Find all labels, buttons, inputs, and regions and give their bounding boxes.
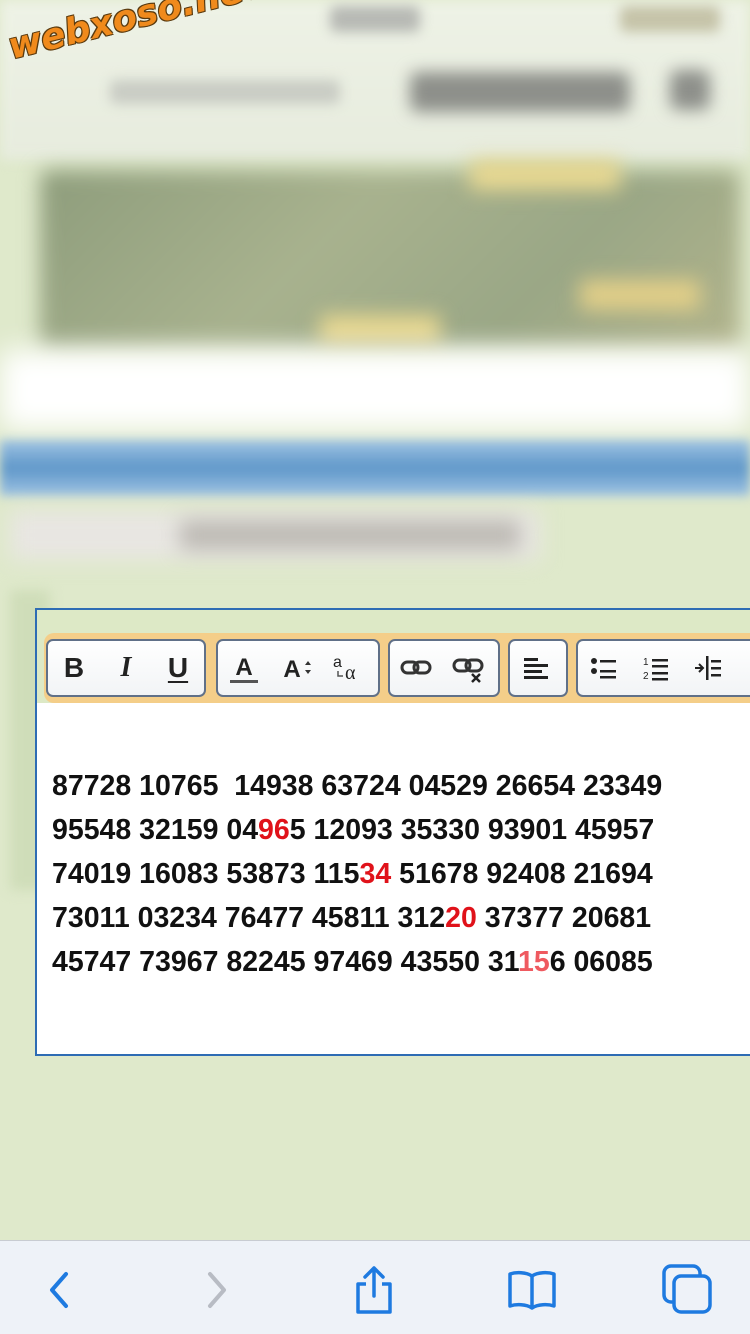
toolbar-group-lists: 1 2 [576,639,750,697]
align-left-icon [524,658,548,679]
share-button[interactable] [346,1262,402,1318]
bookmarks-icon [508,1270,556,1310]
tabs-icon [662,1264,712,1314]
number-text: 95548 32159 04 [52,814,259,846]
bold-label: B [63,652,85,683]
blurred-status-icons [620,6,720,32]
back-button[interactable] [32,1262,88,1318]
share-icon [356,1266,392,1314]
svg-text:A: A [235,654,252,681]
bold-button[interactable]: B [48,642,100,694]
highlighted-digits: 34 [359,858,392,890]
forward-button[interactable] [188,1262,244,1318]
number-text: 6 06085 [549,946,653,978]
number-text: 45747 73967 82245 97469 43550 31 [52,946,518,978]
blurred-highlight [470,160,620,190]
number-text: 51678 92408 21694 [391,858,653,890]
insert-link-button[interactable] [390,642,442,694]
indent-button[interactable] [682,642,734,694]
bullet-list-icon [591,658,616,679]
highlighted-digits: 20 [445,902,477,934]
editor-line: 73011 03234 76477 45811 31220 37377 2068… [52,896,742,940]
toolbar-group-links [388,639,500,697]
forward-icon [208,1272,226,1308]
numbered-list-button[interactable]: 1 2 [630,642,682,694]
number-text: 73011 03234 76477 45811 312 [52,902,446,934]
back-icon [50,1272,68,1308]
editor-toolbar: B I U A A a α 1 2 [44,633,750,703]
underline-button[interactable]: U [152,642,204,694]
italic-button[interactable]: I [100,642,152,694]
blurred-blue-bar [0,440,750,496]
blurred-header-button [410,72,630,112]
blurred-menu-button [670,70,710,110]
toolbar-group-font: A A a α [216,639,380,697]
font-color-button[interactable]: A [218,642,270,694]
unlink-icon [452,658,484,683]
toolbar-group-text-style: B I U [46,639,206,697]
font-size-icon: A [283,656,311,683]
blurred-highlight [320,315,440,345]
number-text: 87728 10765 14938 63724 04529 26654 2334… [52,770,663,802]
remove-link-button[interactable] [442,642,494,694]
align-button[interactable] [510,642,562,694]
blurred-address-bar [110,80,340,104]
blurred-white-band [0,350,750,430]
editor-text[interactable]: 87728 10765 14938 63724 04529 26654 2334… [52,764,742,984]
numbered-list-icon: 1 2 [643,657,668,682]
svg-text:α: α [345,662,356,684]
toolbar-group-align [508,639,568,697]
font-color-icon: A [230,654,258,683]
blurred-status-time [330,6,420,32]
italic-label: I [120,652,132,683]
editor-line: 95548 32159 04965 12093 35330 93901 4595… [52,808,742,852]
editor-line: 87728 10765 14938 63724 04529 26654 2334… [52,764,742,808]
svg-text:A: A [283,656,300,683]
indent-icon [695,656,721,680]
blurred-highlight [580,280,700,310]
bookmarks-button[interactable] [504,1262,560,1318]
editor-line: 74019 16083 53873 11534 51678 92408 2169… [52,852,742,896]
highlighted-digits: 15 [517,946,550,978]
svg-text:a: a [333,654,342,671]
font-size-button[interactable]: A [270,642,322,694]
font-case-icon: a α [333,654,356,684]
bullet-list-button[interactable] [578,642,630,694]
number-text: 74019 16083 53873 115 [52,858,360,890]
blurred-gray-text [180,520,520,550]
link-icon [400,660,432,675]
number-text: 5 12093 35330 93901 45957 [289,814,655,846]
underline-label: U [167,652,189,683]
font-case-button[interactable]: a α [322,642,374,694]
svg-text:2: 2 [643,671,649,682]
highlighted-digits: 96 [258,814,290,846]
tabs-button[interactable] [660,1262,716,1318]
editor-line: 45747 73967 82245 97469 43550 31156 0608… [52,940,742,984]
svg-text:1: 1 [643,657,649,668]
number-text: 37377 20681 [476,902,652,934]
